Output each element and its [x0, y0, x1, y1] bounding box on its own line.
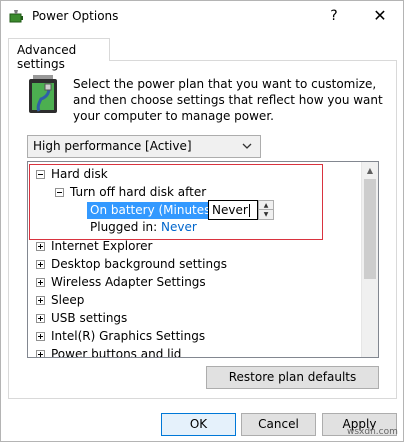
battery-plug-icon [29, 75, 57, 113]
plan-description: Select the power plan that you want to c… [73, 77, 383, 123]
spin-up-icon[interactable]: ▲ [259, 201, 273, 210]
tree-item[interactable]: Desktop background settings [36, 257, 227, 275]
tab-advanced-settings[interactable]: Advanced settings [8, 38, 110, 71]
expand-icon[interactable] [36, 332, 45, 341]
tree-item[interactable]: Sleep [36, 293, 84, 311]
collapse-icon[interactable] [55, 188, 64, 197]
chevron-down-icon [242, 143, 252, 149]
expand-icon[interactable] [36, 242, 45, 251]
tree-item[interactable]: Wireless Adapter Settings [36, 275, 206, 293]
ok-button[interactable]: OK [161, 413, 236, 436]
power-plan-select-value: High performance [Active] [33, 139, 192, 153]
plugged-in-setting[interactable]: Plugged in: Never [90, 220, 197, 238]
on-battery-label[interactable]: On battery (Minutes): [87, 202, 223, 219]
power-plan-select[interactable]: High performance [Active] [27, 135, 261, 158]
tree-scrollbar[interactable]: ▲ [361, 162, 378, 357]
title-bar[interactable]: Power Options ? ✕ [1, 1, 403, 32]
tree-item[interactable]: Power buttons and lid [36, 347, 181, 357]
on-battery-minutes-input[interactable]: Never [208, 200, 258, 220]
text-caret [248, 204, 250, 217]
collapse-icon[interactable] [36, 170, 45, 179]
expand-icon[interactable] [36, 260, 45, 269]
power-options-icon [9, 10, 23, 23]
restore-plan-defaults-button[interactable]: Restore plan defaults [206, 366, 379, 389]
tree-item[interactable]: Intel(R) Graphics Settings [36, 329, 205, 347]
scrollbar-thumb[interactable] [364, 179, 376, 279]
power-options-window: Power Options ? ✕ Advanced settings Sele… [0, 0, 404, 442]
expand-icon[interactable] [36, 314, 45, 323]
tree-item[interactable]: USB settings [36, 311, 127, 329]
scroll-up-arrow-icon[interactable]: ▲ [362, 162, 378, 179]
close-button[interactable]: ✕ [365, 3, 395, 29]
tree-item-hard-disk[interactable]: Hard disk [36, 167, 108, 185]
expand-icon[interactable] [36, 278, 45, 287]
spin-down-icon[interactable]: ▼ [259, 210, 273, 219]
minutes-spinner[interactable]: ▲ ▼ [258, 200, 274, 220]
window-title: Power Options [32, 9, 119, 23]
tree-item-turn-off-hard-disk[interactable]: Turn off hard disk after [55, 185, 206, 203]
tree-item[interactable]: Internet Explorer [36, 239, 152, 257]
watermark: wsxdn.com [347, 427, 398, 437]
help-button[interactable]: ? [319, 3, 349, 29]
plugged-in-label: Plugged in: [90, 220, 158, 234]
expand-icon[interactable] [36, 296, 45, 305]
plugged-in-value-link[interactable]: Never [161, 220, 197, 234]
cancel-button[interactable]: Cancel [241, 413, 316, 436]
expand-icon[interactable] [36, 350, 45, 357]
